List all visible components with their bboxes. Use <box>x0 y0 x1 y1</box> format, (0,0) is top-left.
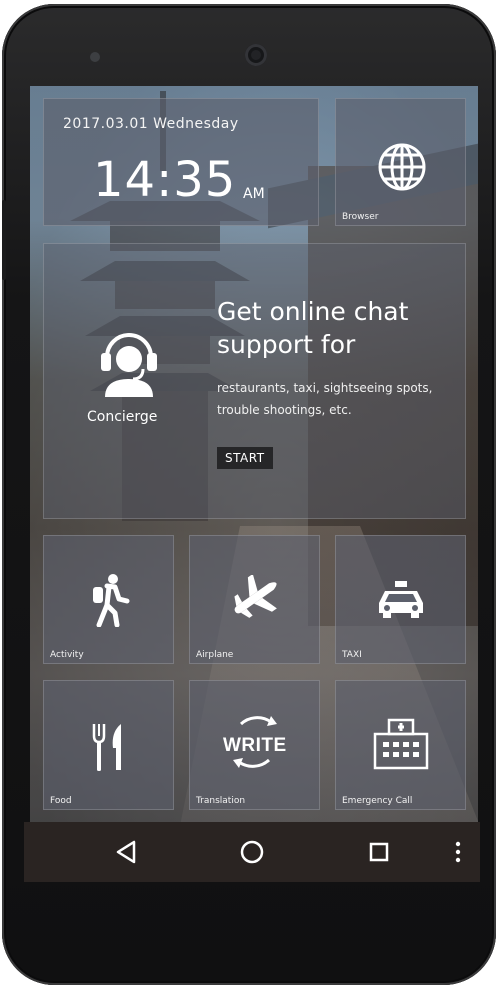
headset-agent-icon <box>101 333 157 397</box>
globe-icon <box>378 143 426 191</box>
airplane-label: Airplane <box>196 650 234 660</box>
front-camera <box>245 44 267 66</box>
activity-tile[interactable]: Activity <box>43 535 174 664</box>
time-text: 14:35 <box>93 152 237 208</box>
taxi-tile[interactable]: TAXI <box>335 535 466 664</box>
home-icon <box>240 840 264 864</box>
side-button <box>2 200 6 280</box>
recents-icon <box>369 842 389 862</box>
back-button[interactable] <box>110 836 142 868</box>
taxi-label: TAXI <box>342 650 362 660</box>
start-button[interactable]: START <box>217 447 273 469</box>
concierge-label: Concierge <box>87 409 158 425</box>
activity-label: Activity <box>50 650 84 660</box>
browser-label: Browser <box>342 212 379 222</box>
ampm-text: AM <box>243 186 265 202</box>
fork-knife-icon <box>92 724 121 771</box>
navigation-bar <box>24 822 480 882</box>
hiker-icon <box>93 574 130 627</box>
recents-button[interactable] <box>363 836 395 868</box>
food-label: Food <box>50 796 72 806</box>
browser-tile[interactable]: Browser <box>335 98 466 226</box>
home-button[interactable] <box>236 836 268 868</box>
emergency-call-tile[interactable]: Emergency Call <box>335 680 466 810</box>
menu-button[interactable] <box>442 836 474 868</box>
translation-label: Translation <box>196 796 246 806</box>
concierge-tile[interactable]: Concierge Get online chat support for re… <box>43 243 466 519</box>
emergency-call-label: Emergency Call <box>342 796 413 806</box>
taxi-icon <box>379 581 423 618</box>
clock-tile: 2017.03.01 Wednesday 14:35 AM <box>43 98 319 226</box>
more-vert-icon <box>455 841 461 863</box>
hospital-icon <box>373 718 429 770</box>
write-text: WRITE <box>223 735 287 756</box>
date-text: 2017.03.01 Wednesday <box>63 116 239 132</box>
translation-tile[interactable]: WRITE Translation <box>189 680 320 810</box>
home-screen: 2017.03.01 Wednesday 14:35 AM Browser Co… <box>30 86 478 822</box>
airplane-tile[interactable]: Airplane <box>189 535 320 664</box>
back-icon <box>116 840 136 864</box>
speaker-dot <box>90 52 100 62</box>
airplane-icon <box>234 575 277 618</box>
chat-subtitle: restaurants, taxi, sightseeing spots, tr… <box>217 381 433 417</box>
chat-title: Get online chat support for <box>217 297 409 359</box>
food-tile[interactable]: Food <box>43 680 174 810</box>
